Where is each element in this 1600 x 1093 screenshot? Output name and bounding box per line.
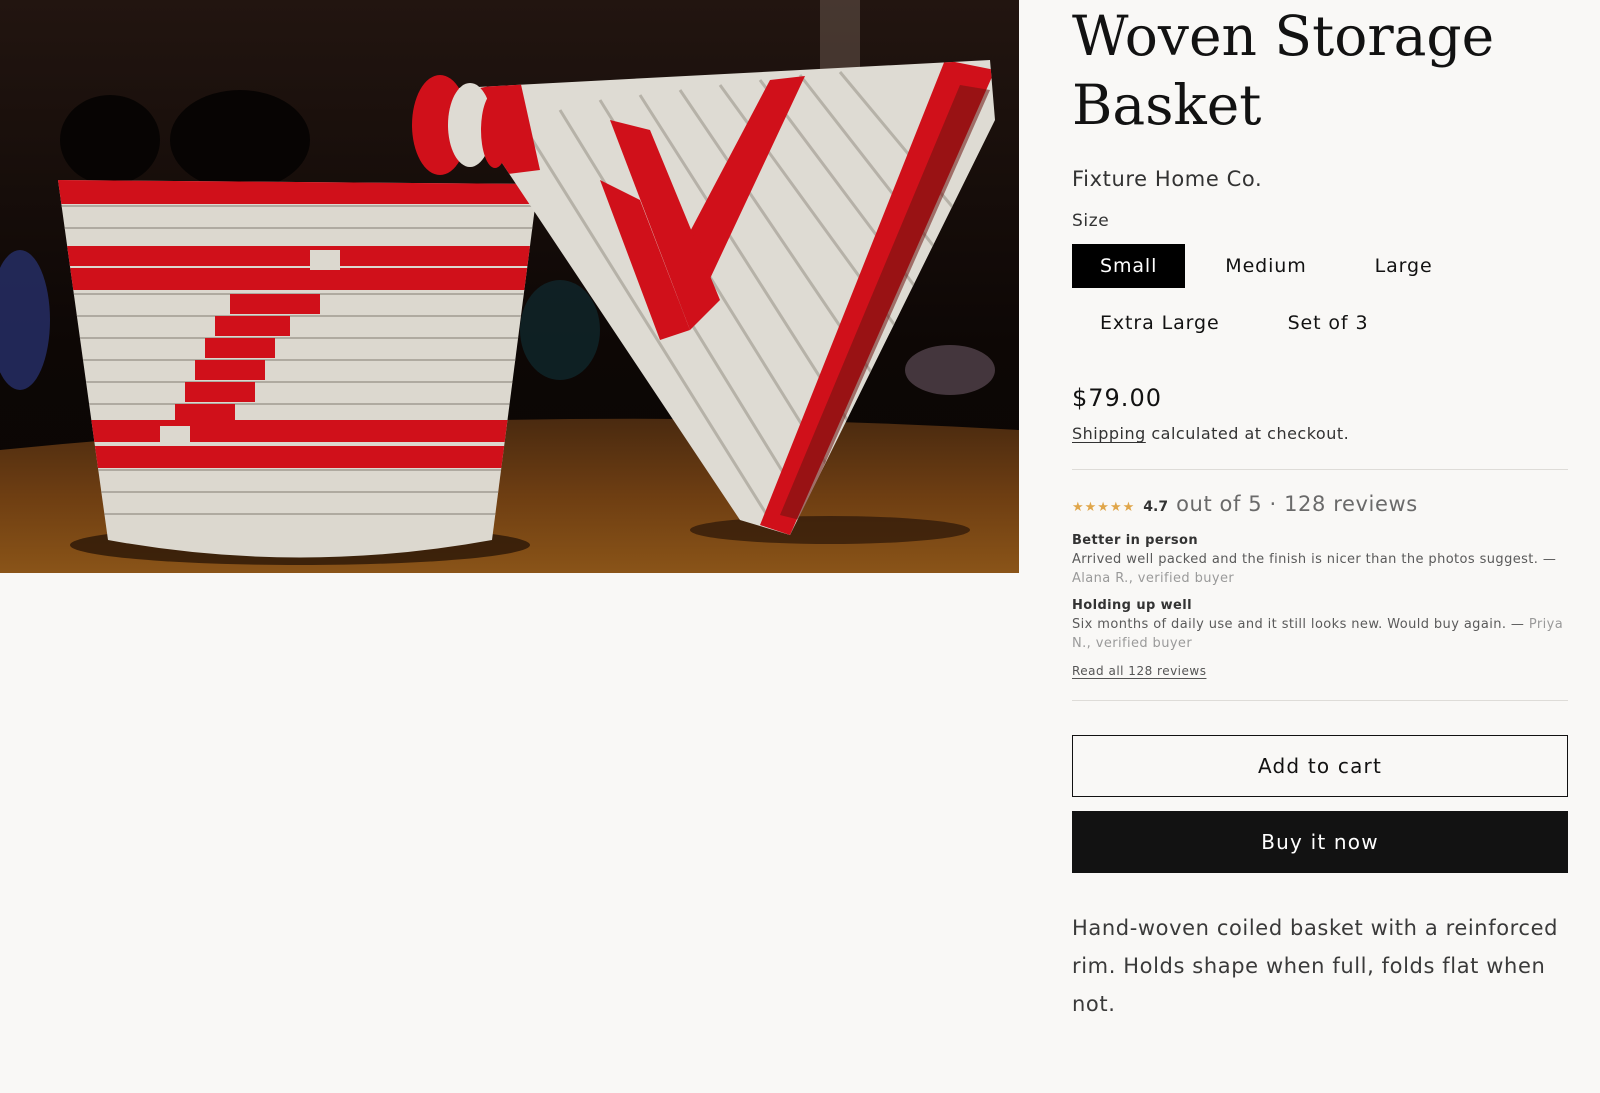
divider: [1072, 700, 1568, 701]
rating-count: out of 5 · 128 reviews: [1176, 492, 1418, 516]
size-option-large[interactable]: Large: [1347, 244, 1461, 288]
shipping-link[interactable]: Shipping: [1072, 424, 1146, 443]
add-to-cart-button[interactable]: Add to cart: [1072, 735, 1568, 797]
rating-summary: ★★★★★ 4.7 out of 5 · 128 reviews: [1072, 492, 1568, 516]
buy-now-button[interactable]: Buy it now: [1072, 811, 1568, 873]
product-description: Hand-woven coiled basket with a reinforc…: [1072, 916, 1559, 1016]
review-title: Holding up well: [1072, 598, 1192, 613]
size-option-medium[interactable]: Medium: [1197, 244, 1334, 288]
review-title: Better in person: [1072, 533, 1199, 548]
review-text: Arrived well packed and the finish is ni…: [1072, 552, 1557, 567]
review-author: Alana R., verified buyer: [1072, 571, 1235, 586]
divider: [1072, 469, 1568, 470]
shipping-note: Shipping calculated at checkout.: [1072, 423, 1568, 445]
product-price: $79.00: [1072, 384, 1162, 412]
review-body: Six months of daily use and it still loo…: [1072, 615, 1568, 653]
product-vendor: Fixture Home Co.: [1072, 167, 1263, 191]
review-body: Arrived well packed and the finish is ni…: [1072, 550, 1568, 588]
size-option-extra-large[interactable]: Extra Large: [1072, 301, 1248, 345]
size-option-small[interactable]: Small: [1072, 244, 1186, 288]
star-rating-icon: ★★★★★: [1072, 500, 1136, 515]
review-item: Holding up well Six months of daily use …: [1072, 597, 1568, 653]
product-info: Woven Storage Basket Fixture Home Co. Si…: [1072, 0, 1568, 1023]
product-image[interactable]: [0, 0, 1019, 573]
product-title: Woven Storage Basket: [1072, 4, 1495, 137]
size-label: Size: [1072, 211, 1110, 231]
read-all-reviews-link[interactable]: Read all 128 reviews: [1072, 664, 1206, 678]
size-option-set-of-3[interactable]: Set of 3: [1260, 301, 1397, 345]
shipping-note-text: calculated at checkout.: [1145, 424, 1350, 443]
review-item: Better in person Arrived well packed and…: [1072, 532, 1568, 588]
rating-score: 4.7: [1143, 499, 1169, 515]
size-selector: Small Medium Large Extra Large Set of 3: [1072, 244, 1492, 345]
review-text: Six months of daily use and it still loo…: [1072, 617, 1529, 632]
woven-basket-photo: [0, 0, 1019, 573]
